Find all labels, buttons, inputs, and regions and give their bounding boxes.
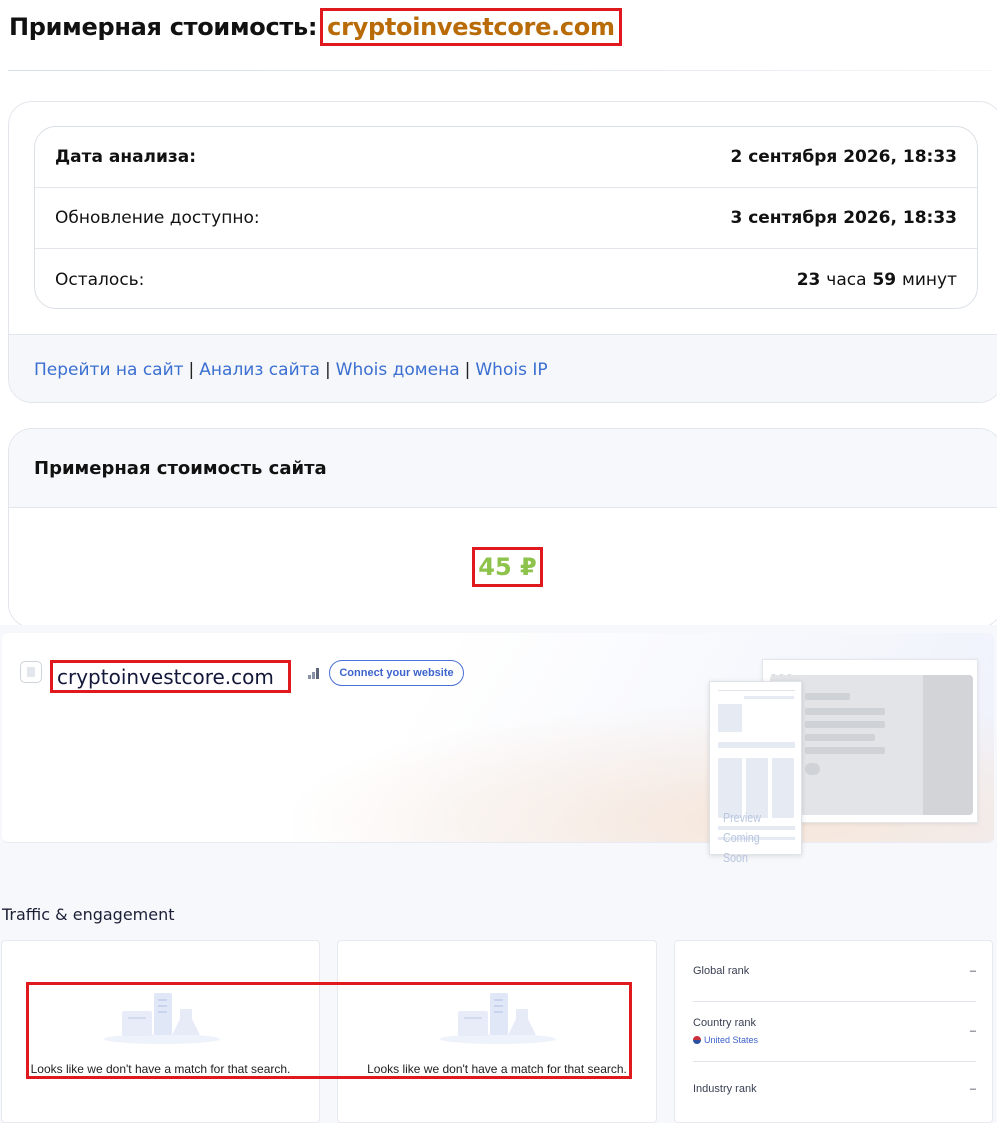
global-rank-value: – [969,965,976,977]
empty-results-highlight [26,982,632,1079]
divider [8,70,993,71]
link-separator: | [188,359,195,380]
global-rank-row: Global rank – [693,965,976,977]
preview-label: Preview [723,810,761,825]
traffic-engagement-title: Traffic & engagement [2,905,175,924]
link-whois-ip[interactable]: Whois IP [475,360,547,380]
time-left-row: Осталось: 23 часа 59 минут [35,249,977,308]
similarweb-domain: cryptoinvestcore.com [50,660,291,693]
analysis-table: Дата анализа: 2 сентября 2026, 18:33 Обн… [34,126,978,309]
analysis-date-label: Дата анализа: [55,147,197,167]
update-available-label: Обновление доступно: [55,208,260,228]
link-go-to-site[interactable]: Перейти на сайт [34,360,184,380]
update-available-row: Обновление доступно: 3 сентября 2026, 18… [35,188,977,249]
link-separator: | [324,359,331,380]
us-flag-icon [693,1036,701,1044]
industry-rank-label: Industry rank [693,1083,757,1095]
country-rank-label: Country rank [693,1017,756,1029]
similarweb-hero: cryptoinvestcore.com Connect your websit… [2,633,994,865]
analysis-card: Дата анализа: 2 сентября 2026, 18:33 Обн… [8,101,997,403]
link-separator: | [464,359,471,380]
country-selector[interactable]: United States [693,1035,976,1045]
update-available-value: 3 сентября 2026, 18:33 [730,208,957,228]
page-title: Примерная стоимость: cryptoinvestcore.co… [9,8,622,46]
site-value-price: 45 ₽ [472,547,543,587]
industry-rank-row: Industry rank – [693,1083,976,1095]
minutes-number: 59 [872,269,897,290]
domain-highlight: cryptoinvestcore.com [320,8,622,46]
rank-bars-icon [308,667,322,679]
country-rank-row: Country rank – United States [693,1017,976,1045]
analysis-date-value: 2 сентября 2026, 18:33 [730,147,957,167]
site-value-title: Примерная стоимость сайта [9,429,997,508]
analysis-date-row: Дата анализа: 2 сентября 2026, 18:33 [35,127,977,188]
minutes-word: минут [902,269,957,290]
site-value-card: Примерная стоимость сайта 45 ₽ [8,428,997,628]
hours-word: часа [826,269,867,290]
connect-website-button[interactable]: Connect your website [329,660,464,686]
industry-rank-value: – [969,1083,976,1095]
link-site-analysis[interactable]: Анализ сайта [199,360,320,380]
page-title-prefix: Примерная стоимость: [9,13,318,41]
country-rank-value: – [969,1025,976,1037]
preview-mobile-mockup: Preview Coming Soon [709,681,802,865]
hours-number: 23 [796,269,821,290]
ranks-card: Global rank – Country rank – United Stat… [674,940,993,1123]
coming-soon-label: Coming Soon [723,830,760,865]
global-rank-label: Global rank [693,965,750,977]
country-name: United States [704,1035,759,1045]
time-left-value: 23 часа 59 минут [797,270,957,290]
time-left-label: Осталось: [55,269,145,290]
site-links-bar: Перейти на сайт | Анализ сайта | Whois д… [9,334,997,402]
favicon-icon [20,661,42,683]
divider [693,1001,976,1002]
divider [693,1061,976,1062]
link-whois-domain[interactable]: Whois домена [336,360,460,380]
